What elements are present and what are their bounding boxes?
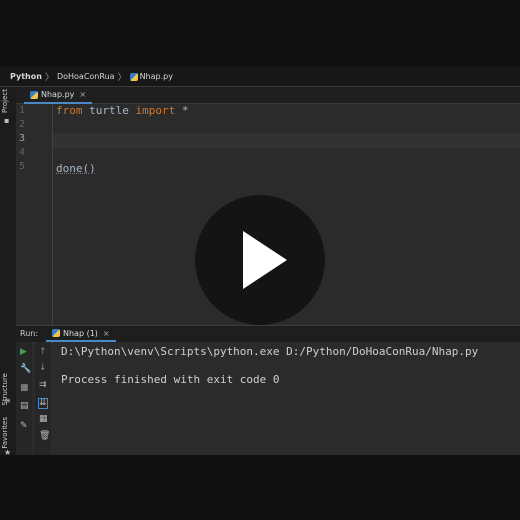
structure-icon[interactable]: ≡ [4,397,11,405]
layout-icon[interactable]: ▤ [20,402,29,411]
python-file-icon [52,329,60,337]
breadcrumb-file[interactable]: Nhap.py [140,72,173,81]
pin-icon[interactable]: ✎ [20,422,28,431]
close-icon[interactable]: × [103,329,110,338]
arrow-up-icon[interactable]: ↑ [39,348,47,357]
project-icon[interactable]: ▪ [4,117,11,125]
console-command-line: D:\Python\venv\Scripts\python.exe D:/Pyt… [61,345,479,358]
line-number: 3 [19,133,26,144]
left-tool-strip: ▪ Project Structure ≡ Favorites ★ [0,87,17,455]
run-tab-label: Nhap (1) [63,328,98,338]
rerun-icon[interactable]: ▶ [20,348,27,357]
arrow-down-icon[interactable]: ↓ [39,364,47,373]
editor-tab-nhap[interactable]: Nhap.py × [24,87,93,104]
line-number-gutter: 1 2 3 4 5 [16,104,53,326]
code-line-5[interactable]: done() [56,162,96,175]
scroll-to-end-icon[interactable]: ⇊ [38,398,48,409]
star-icon[interactable]: ★ [4,449,11,456]
run-tab-nhap[interactable]: Nhap (1) × [46,326,116,342]
close-icon[interactable]: × [79,90,86,99]
favorites-tool-tab[interactable]: Favorites [1,417,9,449]
python-file-icon [129,72,138,81]
wrench-icon[interactable]: 🔧 [20,365,31,374]
run-panel-header: Run: Nhap (1) × [16,325,520,343]
soft-wrap-icon[interactable]: ⇉ [39,381,47,390]
breadcrumb-root[interactable]: Python [10,72,42,81]
video-play-button[interactable] [195,195,325,325]
run-toolbar-left: ▶ 🔧 ■ ▤ ✎ [16,342,32,455]
run-toolbar-right: ↑ ↓ ⇉ ⇊ ▦ 🗑 [35,342,51,455]
chevron-right-icon: 〉 [44,73,54,83]
run-console[interactable]: D:\Python\venv\Scripts\python.exe D:/Pyt… [53,342,520,455]
project-tool-tab[interactable]: Project [1,89,9,113]
breadcrumb-project[interactable]: DoHoaConRua [57,72,115,81]
stop-icon[interactable]: ■ [20,384,29,393]
breadcrumb: Python 〉 DoHoaConRua 〉 Nhap.py [0,67,520,87]
editor-tab-label: Nhap.py [41,90,75,99]
print-icon[interactable]: ▦ [39,415,48,424]
line-number: 4 [19,147,26,158]
line-number: 5 [19,161,26,172]
run-label: Run: [20,329,39,338]
trash-icon[interactable]: 🗑 [39,432,50,441]
editor-tab-bar: Nhap.py × [16,87,520,104]
code-line-1[interactable]: from turtle import * [56,104,188,117]
console-exit-line: Process finished with exit code 0 [61,373,280,386]
current-line-highlight [53,134,520,148]
line-number: 1 [19,105,26,116]
line-number: 2 [19,119,26,130]
python-file-icon [30,90,38,99]
chevron-right-icon: 〉 [117,73,127,83]
play-icon [243,231,287,289]
